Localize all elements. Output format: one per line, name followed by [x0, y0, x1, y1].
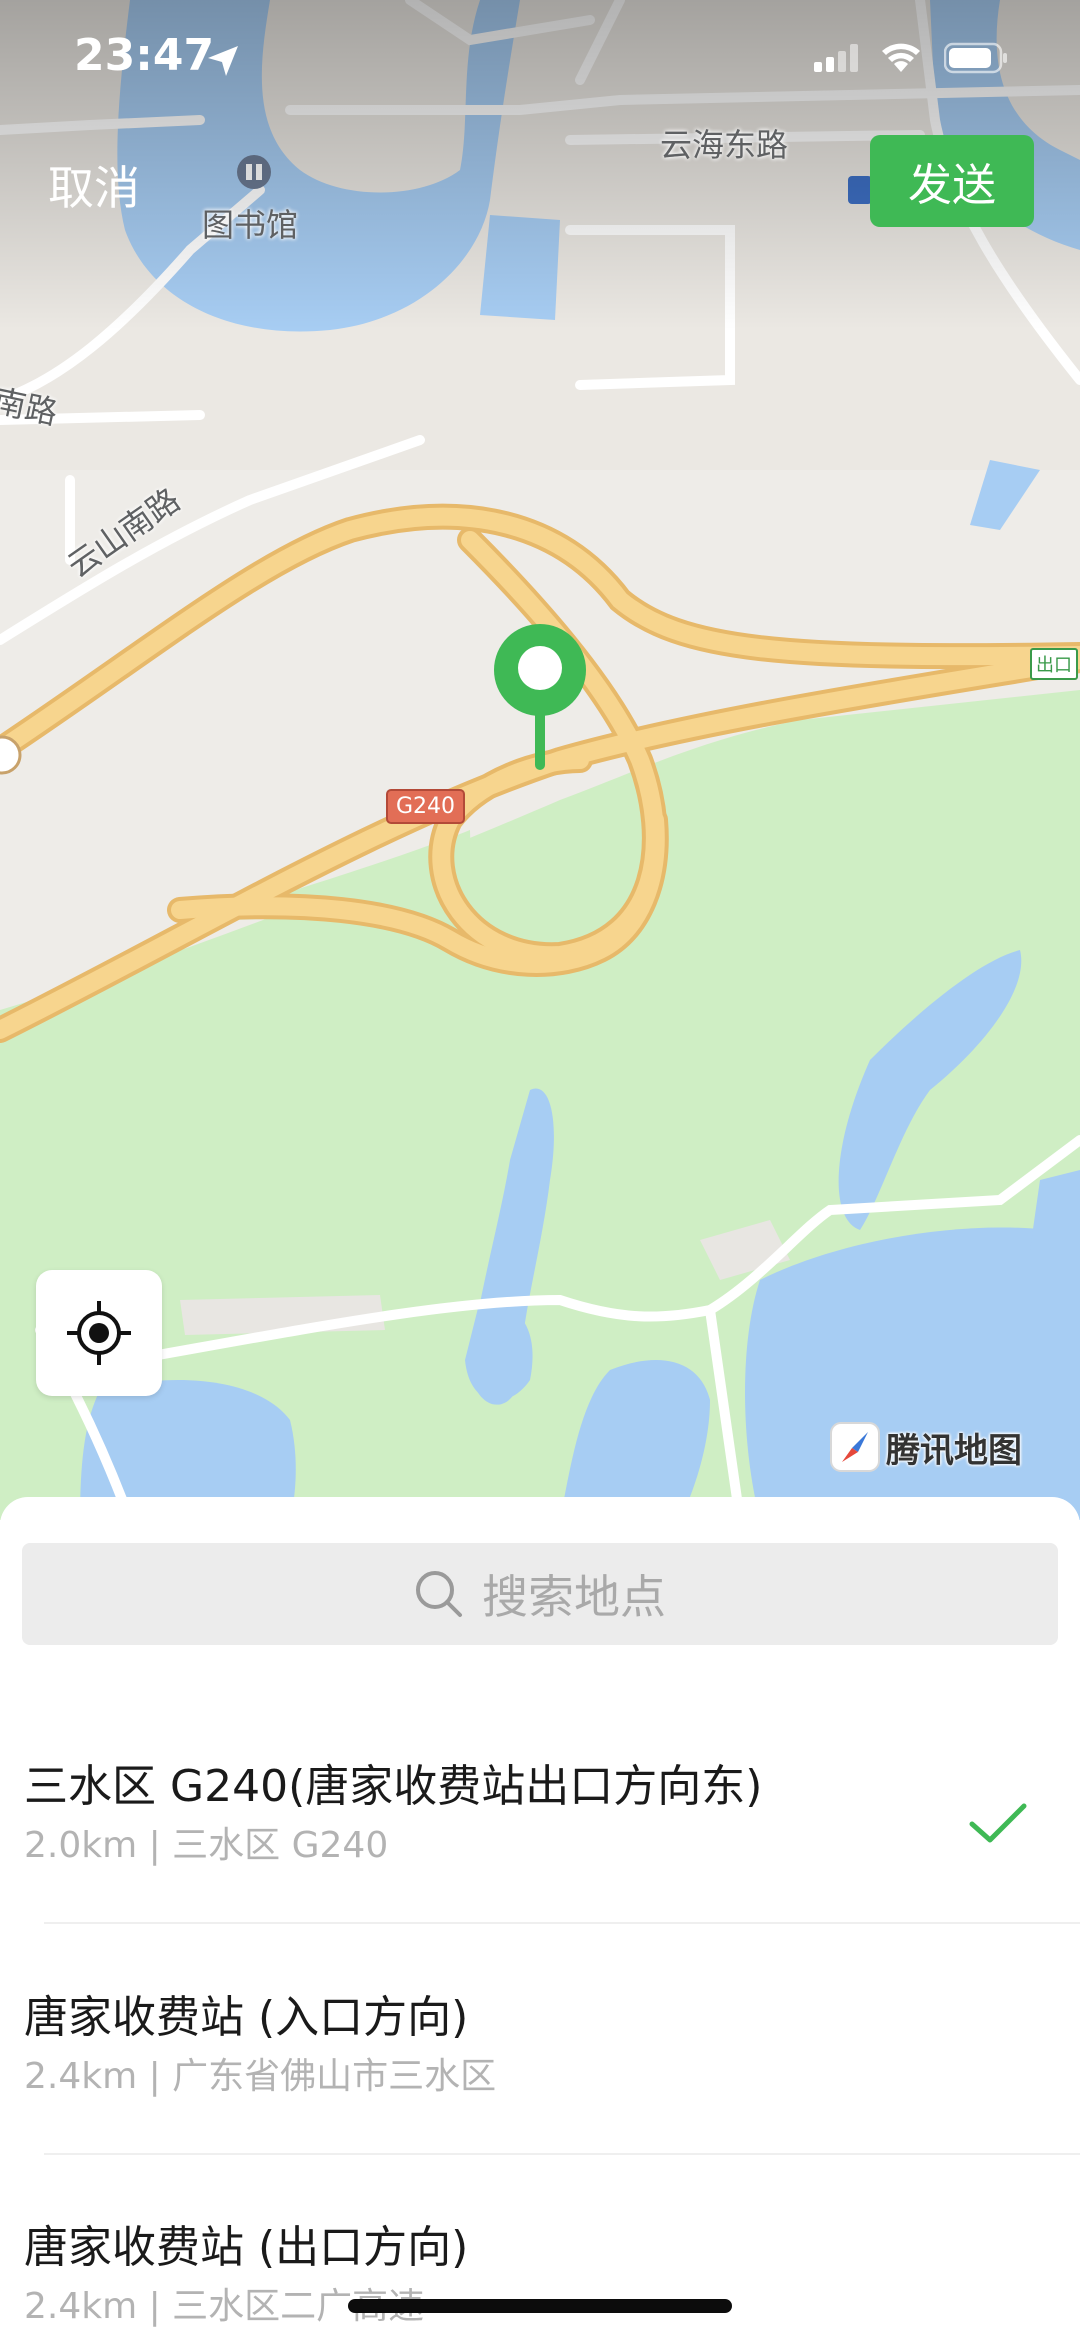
- selected-check-icon: [969, 1803, 1027, 1843]
- result-item[interactable]: 三水区 G240(唐家收费站出口方向东) 2.0km | 三水区 G240: [0, 1750, 1080, 1980]
- search-icon: [416, 1571, 462, 1617]
- home-indicator[interactable]: [348, 2299, 732, 2313]
- result-title: 三水区 G240(唐家收费站出口方向东): [24, 1761, 763, 1812]
- result-title: 唐家收费站 (入口方向): [24, 1992, 469, 2043]
- battery-icon: [944, 42, 1007, 74]
- send-button[interactable]: 发送: [870, 135, 1034, 227]
- tencent-map-logo-icon: [830, 1422, 880, 1472]
- my-location-button[interactable]: [36, 1270, 162, 1396]
- result-item[interactable]: 唐家收费站 (出口方向) 2.4km | 三水区二广高速: [0, 2211, 1080, 2339]
- result-divider: [44, 1922, 1080, 1924]
- status-time: 23:47: [74, 30, 215, 81]
- search-placeholder: 搜索地点: [482, 1570, 666, 1624]
- brand-text: 腾讯地图: [886, 1430, 1022, 1471]
- map-label-yunhai-road: 云海东路: [660, 126, 789, 164]
- map-label-library: 图书馆: [202, 206, 299, 244]
- crosshair-icon: [67, 1301, 131, 1365]
- result-subtitle: 2.4km | 广东省佛山市三水区: [24, 2056, 497, 2097]
- highway-badge-g240: G240: [386, 789, 466, 824]
- map-view[interactable]: 图书馆 云海东路 南路 云山南路 G240 出口: [0, 0, 1080, 1520]
- map-brand: 腾讯地图: [830, 1422, 1022, 1472]
- location-arrow-icon: [208, 46, 238, 76]
- result-title: 唐家收费站 (出口方向): [24, 2222, 469, 2273]
- status-bar: 23:47: [0, 0, 1080, 120]
- result-subtitle: 2.0km | 三水区 G240: [24, 1825, 389, 1866]
- cellular-signal-icon: [814, 44, 858, 72]
- cancel-button[interactable]: 取消: [48, 152, 140, 218]
- location-pin-icon[interactable]: [488, 618, 592, 778]
- location-sheet: 搜索地点 三水区 G240(唐家收费站出口方向东) 2.0km | 三水区 G2…: [0, 1497, 1080, 2339]
- exit-badge: 出口: [1030, 648, 1078, 680]
- result-divider: [44, 2153, 1080, 2155]
- search-input[interactable]: 搜索地点: [22, 1543, 1058, 1645]
- wifi-icon: [882, 43, 920, 72]
- location-picker-screen: 图书馆 云海东路 南路 云山南路 G240 出口 23:47 取消 发送 腾讯地…: [0, 0, 1080, 2339]
- result-item[interactable]: 唐家收费站 (入口方向) 2.4km | 广东省佛山市三水区: [0, 1981, 1080, 2211]
